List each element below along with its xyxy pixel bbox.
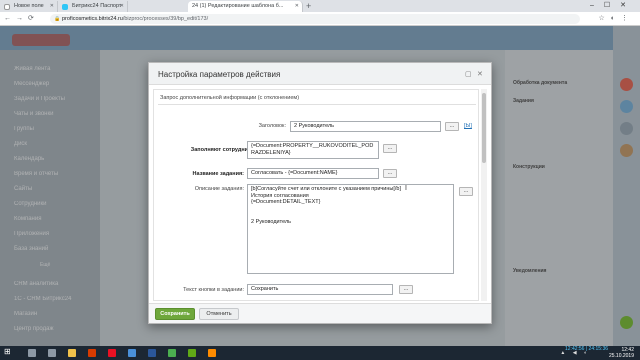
assignees-label: Заполняют сотрудники: bbox=[190, 147, 256, 153]
task-description-textarea[interactable]: [b]Согласуйте счет или отклоните с указа… bbox=[247, 184, 454, 274]
app-icon[interactable] bbox=[188, 349, 196, 357]
button-text-label: Текст кнопки в задании: bbox=[183, 287, 244, 293]
browser-tab[interactable]: Новое поле ✕ bbox=[0, 1, 58, 12]
insert-value-button[interactable]: ... bbox=[445, 122, 459, 131]
browser-tab-strip: Новое поле ✕ Битрикс24 Паспорт ✕ 24 (1) … bbox=[0, 0, 640, 12]
clock-date: 25.10.2019 bbox=[608, 353, 634, 359]
url-host: proficosmetics.bitrix24.ru bbox=[62, 16, 123, 22]
assignees-input[interactable]: {=Document:PROPERTY__RUKOVODITEL_PODRAZD… bbox=[247, 141, 379, 159]
recording-timer: 12:42:56 | 24:15:36 bbox=[565, 346, 609, 352]
app-icon[interactable] bbox=[208, 349, 216, 357]
app-icon[interactable] bbox=[88, 349, 96, 357]
taskbar: ⊞ ▲ ◀ ◐ 12:42 25.10.2019 bbox=[0, 346, 640, 360]
insert-value-button[interactable]: ... bbox=[383, 169, 397, 178]
save-button[interactable]: Сохранить bbox=[155, 308, 195, 320]
word-icon[interactable] bbox=[148, 349, 156, 357]
dialog-title: Настройка параметров действия bbox=[158, 70, 281, 79]
address-bar: ←→⟳ 🔒 proficosmetics.bitrix24.ru/bizproc… bbox=[0, 12, 640, 26]
task-view-icon[interactable] bbox=[48, 349, 56, 357]
window-controls[interactable]: –☐✕ bbox=[590, 1, 636, 9]
divider bbox=[158, 104, 476, 105]
page-icon bbox=[4, 4, 10, 10]
extension-icons[interactable]: ☆◐⋮ bbox=[598, 14, 634, 22]
select-user-button[interactable]: ... bbox=[383, 144, 397, 153]
insert-value-button[interactable]: ... bbox=[399, 285, 413, 294]
browser-tab[interactable]: Битрикс24 Паспорт ✕ bbox=[58, 1, 128, 12]
windows-start-icon[interactable]: ⊞ bbox=[4, 348, 12, 356]
task-name-input[interactable]: Согласовать - {=Document:NAME} bbox=[247, 168, 379, 179]
tab-label: 24 (1) Редактирование шаблона б... bbox=[192, 3, 284, 9]
task-description-label: Описание задания: bbox=[194, 186, 244, 192]
new-tab-icon[interactable]: + bbox=[306, 1, 311, 11]
clock[interactable]: 12:42 25.10.2019 bbox=[609, 347, 634, 359]
text-cursor-icon: I bbox=[405, 185, 407, 192]
nav-buttons[interactable]: ←→⟳ bbox=[4, 14, 39, 22]
insert-value-button[interactable]: ... bbox=[459, 187, 473, 196]
lock-icon: 🔒 bbox=[54, 16, 61, 22]
dialog-scrollbar[interactable] bbox=[481, 89, 487, 301]
close-icon[interactable]: ✕ bbox=[295, 3, 299, 9]
button-text-input[interactable]: Сохранить bbox=[247, 284, 393, 295]
chrome-icon[interactable] bbox=[168, 349, 176, 357]
explorer-icon[interactable] bbox=[68, 349, 76, 357]
dialog-titlebar: Настройка параметров действия ▢ ✕ bbox=[149, 63, 491, 85]
tab-label: Битрикс24 Паспорт bbox=[72, 3, 122, 9]
bitrix24-icon bbox=[62, 4, 68, 10]
task-name-label: Название задания: bbox=[192, 171, 244, 177]
url-path: /bizproc/processes/39/bp_edit/173/ bbox=[122, 16, 209, 22]
url-input[interactable]: 🔒 proficosmetics.bitrix24.ru/bizproc/pro… bbox=[50, 14, 580, 24]
dialog-body: Запрос дополнительной информации (с откл… bbox=[153, 89, 479, 301]
link-icon[interactable]: [Ы] bbox=[464, 123, 472, 129]
app-icon[interactable] bbox=[128, 349, 136, 357]
close-icon[interactable]: ✕ bbox=[50, 3, 54, 9]
cancel-button[interactable]: Отменить bbox=[199, 308, 239, 320]
maximize-icon[interactable]: ▢ bbox=[465, 70, 472, 78]
close-icon[interactable]: ✕ bbox=[477, 70, 483, 78]
action-settings-dialog: Настройка параметров действия ▢ ✕ Запрос… bbox=[148, 62, 492, 324]
scroll-thumb[interactable] bbox=[482, 93, 486, 163]
tab-label: Новое поле bbox=[14, 3, 44, 9]
search-icon[interactable] bbox=[28, 349, 36, 357]
header-label: Заголовок: bbox=[258, 123, 286, 129]
pdf-icon[interactable] bbox=[108, 349, 116, 357]
browser-tab-active[interactable]: 24 (1) Редактирование шаблона б... ✕ bbox=[188, 1, 303, 12]
close-icon[interactable]: ✕ bbox=[120, 3, 124, 9]
header-input[interactable]: 2 Руководитель bbox=[290, 121, 441, 132]
section-title: Запрос дополнительной информации (с откл… bbox=[160, 95, 300, 101]
dialog-footer: Сохранить Отменить bbox=[149, 303, 491, 323]
